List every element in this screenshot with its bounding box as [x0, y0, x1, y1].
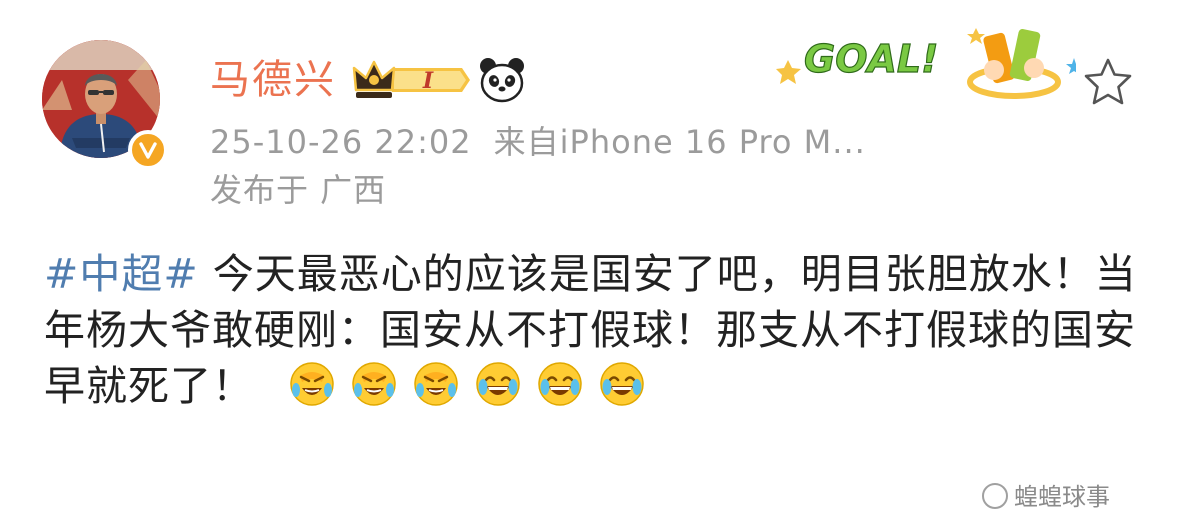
crown-icon: [352, 60, 396, 98]
goal-text: GOAL!: [804, 37, 938, 81]
username[interactable]: 马德兴: [210, 52, 336, 108]
facepalm-laugh-icon: [288, 360, 336, 408]
star-outline-icon[interactable]: [1082, 56, 1134, 108]
watermark-text: 蝗蝗球事: [1014, 483, 1110, 511]
post-time: 25-10-26 22:02: [210, 123, 472, 161]
watermark-icon: [982, 483, 1008, 509]
vip-level: I: [422, 68, 434, 94]
tears-of-joy-icon: [598, 360, 646, 408]
facepalm-laugh-icon: [412, 360, 460, 408]
verified-v-icon: [128, 130, 168, 170]
post-meta: 25-10-26 22:02 来自iPhone 16 Pro M...: [210, 120, 866, 164]
post-location: 发布于 广西: [210, 171, 387, 209]
tears-of-joy-icon: [536, 360, 584, 408]
watermark: 蝗蝗球事: [982, 482, 1110, 512]
post-content: #中超# 今天最恶心的应该是国安了吧，明目张胆放水！当年杨大爷敢硬刚：国安从不打…: [44, 246, 1144, 414]
facepalm-laugh-icon: [350, 360, 398, 408]
tears-of-joy-icon: [474, 360, 522, 408]
post-source: 来自iPhone 16 Pro M...: [493, 123, 866, 161]
post-body-text: 今天最恶心的应该是国安了吧，明目张胆放水！当年杨大爷敢硬刚：国安从不打假球！那支…: [44, 250, 1137, 410]
vip-badge[interactable]: I: [352, 58, 470, 102]
panda-icon: [478, 56, 526, 104]
hashtag-link[interactable]: #中超#: [44, 250, 199, 298]
goal-sticker-icon: GOAL!: [776, 20, 1082, 100]
